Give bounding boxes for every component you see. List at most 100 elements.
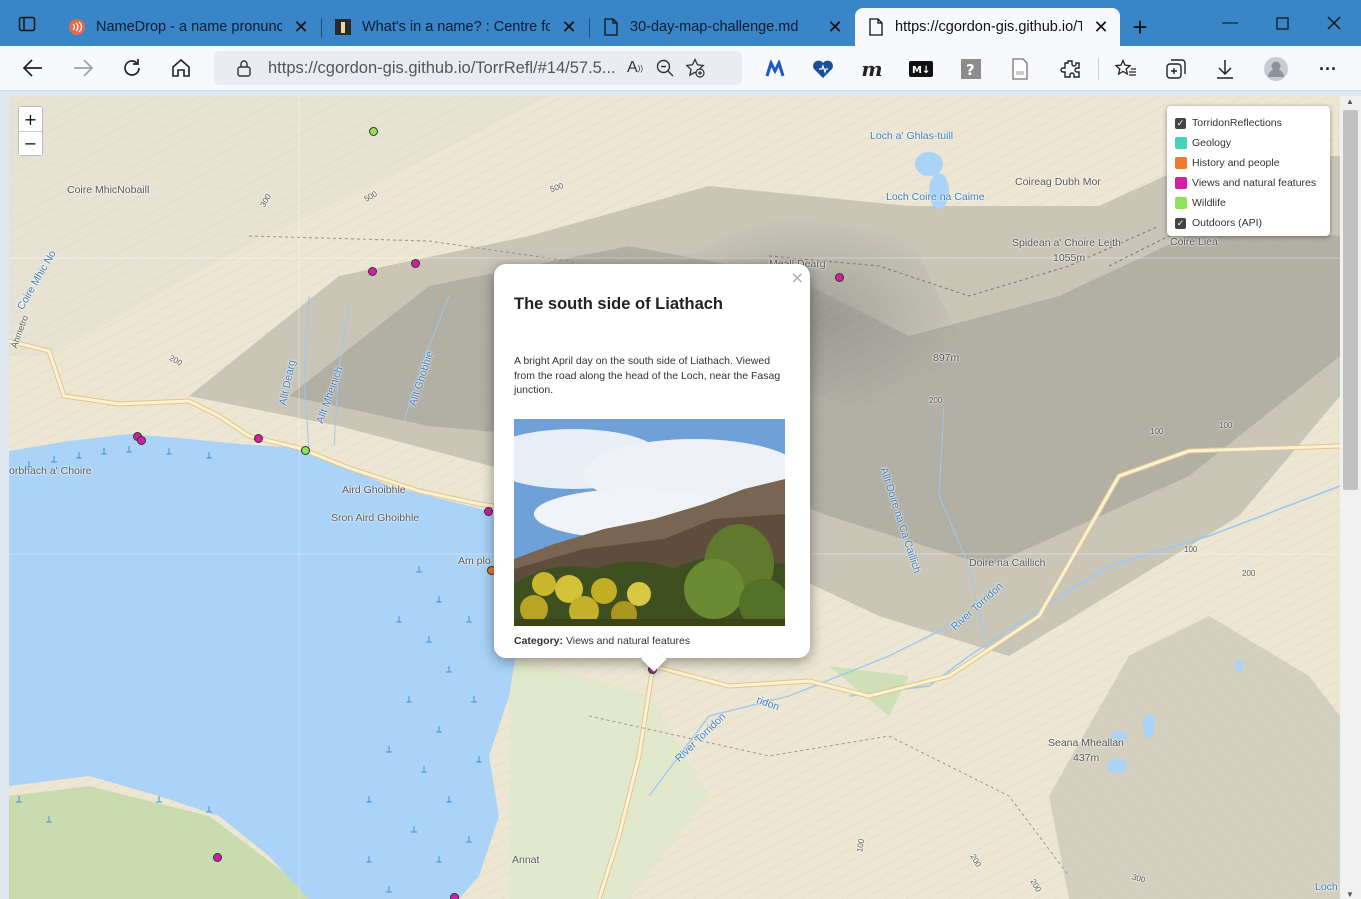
tab-namedrop[interactable]: NameDrop - a name pronunciat ✕: [56, 8, 320, 46]
close-tab-icon[interactable]: ✕: [824, 16, 846, 38]
collections-icon[interactable]: [1162, 55, 1190, 83]
tab-centre[interactable]: What's in a name? : Centre for E ✕: [322, 8, 588, 46]
add-favorite-icon[interactable]: [680, 53, 710, 83]
wildlife-swatch-icon: [1175, 197, 1187, 209]
forward-button[interactable]: [67, 53, 99, 83]
namedrop-icon: [68, 18, 86, 36]
maximize-button[interactable]: [1256, 0, 1308, 46]
url-input[interactable]: [268, 58, 620, 78]
map-label: Seana Mheallan: [1048, 737, 1124, 749]
scroll-down-icon[interactable]: ▼: [1345, 889, 1355, 899]
refresh-icon: [124, 59, 140, 76]
tab-map-challenge[interactable]: 30-day-map-challenge.md ✕: [590, 8, 854, 46]
map-popup: × The south side of Liathach A bright Ap…: [494, 264, 810, 672]
checkbox-checked-icon[interactable]: ✓: [1175, 217, 1186, 229]
views-marker[interactable]: [484, 507, 493, 516]
map-label: Doire na Caillich: [969, 557, 1046, 569]
map-label: Loch: [1315, 881, 1338, 893]
profile-avatar-icon[interactable]: [1262, 55, 1290, 83]
svg-text:?: ?: [966, 61, 975, 79]
layer-label: Wildlife: [1192, 197, 1226, 209]
close-window-button[interactable]: [1308, 0, 1360, 46]
markdown-extension-icon[interactable]: M↓: [907, 55, 935, 83]
history-swatch-icon: [1175, 157, 1187, 169]
category-value: Views and natural features: [565, 634, 691, 647]
layer-history[interactable]: History and people: [1175, 153, 1322, 173]
map-label: Annat: [512, 854, 540, 866]
favorites-icon[interactable]: [1112, 55, 1140, 83]
close-tab-icon[interactable]: ✕: [290, 16, 312, 38]
close-tab-icon[interactable]: ✕: [558, 16, 580, 38]
map-label: Coire Liea: [1170, 236, 1218, 248]
layer-label: History and people: [1192, 157, 1280, 169]
help-extension-icon[interactable]: ?: [957, 55, 985, 83]
minimize-button[interactable]: —: [1204, 0, 1256, 46]
layer-geology[interactable]: Geology: [1175, 133, 1322, 153]
read-aloud-icon[interactable]: A)): [620, 53, 650, 83]
layer-outdoors[interactable]: ✓ Outdoors (API): [1175, 213, 1322, 233]
settings-more-icon[interactable]: ···: [1314, 55, 1342, 83]
document-icon: [602, 18, 620, 36]
views-marker[interactable]: [213, 853, 222, 862]
wildlife-marker[interactable]: [369, 127, 378, 136]
views-marker[interactable]: [835, 273, 844, 282]
contour-label: 200: [929, 396, 943, 405]
views-marker[interactable]: [368, 267, 377, 276]
contour-label: 100: [1150, 427, 1164, 436]
popup-description: A bright April day on the south side of …: [514, 355, 781, 396]
geology-swatch-icon: [1175, 137, 1187, 149]
heart-extension-icon[interactable]: [809, 55, 837, 83]
tab-actions-icon: [18, 16, 36, 32]
views-marker[interactable]: [137, 436, 146, 445]
tab-torridon[interactable]: https://cgordon-gis.github.io/To ✕: [855, 8, 1120, 46]
scroll-up-icon[interactable]: ▲: [1345, 96, 1355, 106]
popup-category: Category: Views and natural features: [514, 635, 790, 647]
document-icon: [867, 18, 885, 36]
close-tab-icon[interactable]: ✕: [1090, 16, 1112, 38]
refresh-button[interactable]: [116, 53, 148, 83]
map-label: Coireag Dubh Mor: [1015, 176, 1101, 188]
map-label: Aird Ghoibhle: [342, 484, 406, 496]
home-button[interactable]: [165, 53, 197, 83]
toolbar-divider: [1098, 58, 1099, 80]
popup-photo: [514, 418, 785, 626]
layer-label: TorridonReflections: [1192, 117, 1282, 129]
lock-icon[interactable]: [234, 59, 254, 77]
views-marker[interactable]: [450, 893, 459, 899]
views-marker[interactable]: [411, 259, 420, 268]
map-label: Coire MhicNobaill: [67, 184, 150, 196]
zoom-control: + −: [18, 106, 43, 156]
wildlife-marker[interactable]: [301, 446, 310, 455]
scrollbar-thumb[interactable]: [1343, 110, 1358, 490]
forward-arrow-icon: [74, 59, 93, 77]
zoom-in-button[interactable]: +: [19, 107, 42, 131]
layer-views[interactable]: Views and natural features: [1175, 173, 1322, 193]
popup-close-button[interactable]: ×: [791, 268, 804, 287]
layer-wildlife[interactable]: Wildlife: [1175, 193, 1322, 213]
layer-torridon-reflections[interactable]: ✓ TorridonReflections: [1175, 113, 1322, 133]
page-extension-icon[interactable]: [1006, 55, 1034, 83]
views-marker[interactable]: [254, 434, 263, 443]
back-arrow-icon: [23, 59, 42, 77]
views-swatch-icon: [1175, 177, 1187, 189]
tab-actions-button[interactable]: [12, 12, 42, 36]
map-label: orbhach a' Choire: [9, 465, 92, 477]
new-tab-button[interactable]: +: [1125, 12, 1155, 42]
contour-label: 200: [1242, 569, 1256, 578]
page-scrollbar[interactable]: ▲ ▼: [1340, 96, 1361, 899]
map-label: Loch a' Ghlas-tuill: [870, 130, 954, 142]
download-icon[interactable]: [1211, 55, 1239, 83]
popup-title: The south side of Liathach: [514, 295, 724, 313]
map-label: Loch Coire na Caime: [886, 191, 985, 203]
zoom-icon[interactable]: [650, 53, 680, 83]
home-icon: [172, 58, 190, 77]
tab-strip: NameDrop - a name pronunciat ✕ What's in…: [0, 0, 1361, 46]
tab-title: NameDrop - a name pronunciat: [96, 19, 282, 35]
zoom-out-button[interactable]: −: [19, 131, 42, 155]
italic-m-extension-icon[interactable]: m: [858, 55, 886, 83]
address-bar[interactable]: A)): [214, 51, 742, 85]
extensions-icon[interactable]: [1057, 55, 1085, 83]
back-button[interactable]: [17, 53, 49, 83]
checkbox-checked-icon[interactable]: ✓: [1175, 117, 1186, 129]
m-extension-icon[interactable]: [761, 55, 789, 83]
